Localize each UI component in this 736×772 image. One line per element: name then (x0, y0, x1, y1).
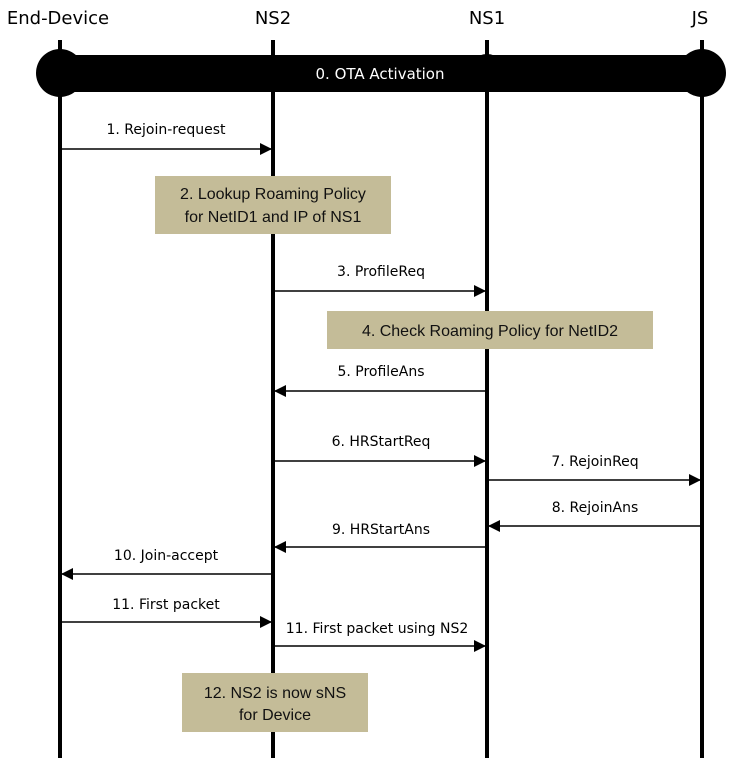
participant-ns2: NS2 (255, 8, 291, 29)
message-7: 7. RejoinReq (489, 454, 701, 486)
note-line: for Device (239, 707, 311, 724)
ota-activation-bar: 0. OTA Activation (36, 49, 726, 97)
message-label: 10. Join-accept (114, 548, 219, 564)
message-label: 9. HRStartAns (332, 522, 430, 538)
message-label: 5. ProfileAns (337, 364, 424, 380)
bar-node-ns1 (468, 54, 506, 92)
message-11a: 11. First packet (62, 597, 272, 628)
message-9: 9. HRStartAns (274, 522, 485, 553)
message-6: 6. HRStartReq (275, 434, 486, 467)
note-12: 12. NS2 is now sNS for Device (182, 673, 368, 732)
message-label: 1. Rejoin-request (106, 122, 226, 138)
note-line: 12. NS2 is now sNS (204, 685, 346, 702)
message-5: 5. ProfileAns (274, 364, 485, 397)
bar-node-js (678, 49, 726, 97)
message-label: 11. First packet using NS2 (286, 621, 469, 637)
message-3: 3. ProfileReq (275, 264, 486, 297)
message-label: 6. HRStartReq (332, 434, 431, 450)
participant-ns1: NS1 (469, 8, 505, 29)
bar-node-end-device (36, 49, 84, 97)
sequence-diagram: End-Device NS2 NS1 JS 0. OTA Activation … (7, 8, 726, 758)
note-4: 4. Check Roaming Policy for NetID2 (327, 311, 653, 349)
message-1: 1. Rejoin-request (62, 122, 272, 155)
message-label: 8. RejoinAns (552, 500, 638, 516)
ota-activation-label: 0. OTA Activation (315, 65, 444, 83)
message-8: 8. RejoinAns (488, 500, 700, 532)
note-line: for NetID1 and IP of NS1 (185, 209, 362, 226)
note-2: 2. Lookup Roaming Policy for NetID1 and … (155, 176, 391, 234)
note-line: 2. Lookup Roaming Policy (180, 186, 366, 203)
message-label: 3. ProfileReq (337, 264, 425, 280)
message-10: 10. Join-accept (61, 548, 271, 580)
note-line: 4. Check Roaming Policy for NetID2 (362, 323, 618, 340)
participant-js: JS (691, 8, 709, 29)
message-label: 7. RejoinReq (551, 454, 638, 470)
participant-end-device: End-Device (7, 8, 109, 29)
message-11b: 11. First packet using NS2 (275, 621, 486, 652)
message-label: 11. First packet (112, 597, 220, 613)
